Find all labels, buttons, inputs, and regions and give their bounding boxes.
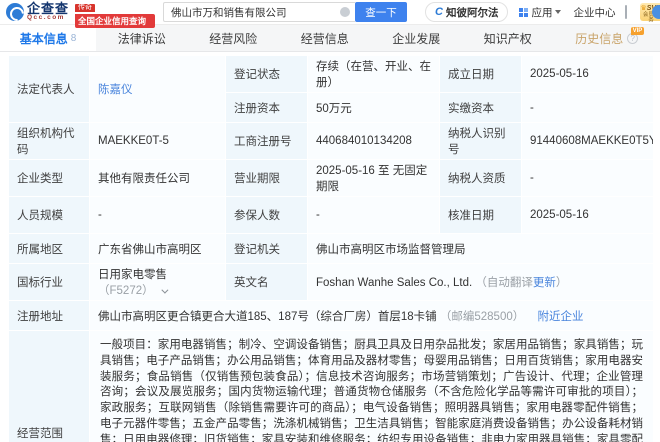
tab-intellectual-property[interactable]: 知识产权 (484, 25, 532, 51)
reg-status-label: 登记状态 (226, 56, 307, 92)
qcc-logo[interactable]: 企查查 Qcc.com (27, 2, 69, 22)
tab-basic-info-label: 基本信息 (19, 31, 68, 46)
insured-label: 参保人数 (226, 197, 307, 233)
biz-term-value: 2025-05-16 至 无固定期限 (308, 160, 439, 196)
org-code-label: 组织机构代码 (9, 123, 89, 159)
company-type-label: 企业类型 (9, 160, 89, 196)
search-input[interactable] (163, 2, 356, 22)
brand-tagline-tag: 传奇 (75, 4, 96, 12)
mobile-app-icon[interactable] (625, 5, 628, 19)
tab-operating-risk[interactable]: 经营风险 (209, 25, 257, 51)
qcc-logo-domain: Qcc.com (27, 14, 65, 22)
region-label: 所属地区 (9, 234, 89, 263)
translate-update-link[interactable]: 更新 (533, 277, 556, 289)
legal-rep-label: 法定代表人 (9, 56, 89, 122)
top-header: 企查查 Qcc.com 传奇 全国企业信用查询 查一下 C 知彼阿尔法 应用 企… (0, 0, 660, 28)
company-tab-bar: 基本信息 8 法律诉讼 经营风险 经营信息 企业发展 知识产权 历史信息 VIP… (0, 25, 660, 52)
basic-info-section: 法定代表人 陈嘉仪 登记状态 存续（在营、开业、在册） 成立日期 2025-05… (0, 52, 660, 442)
address-cell: 佛山市高明区更合镇更合大道185、187号（综合厂房）首层18卡铺 （邮编528… (90, 301, 653, 330)
staff-size-value: - (90, 197, 225, 233)
insured-value: - (308, 197, 439, 233)
establish-date-label: 成立日期 (440, 56, 521, 92)
tab-basic-info[interactable]: 基本信息 8 (0, 25, 96, 51)
reg-authority-label: 登记机关 (226, 234, 307, 263)
biz-reg-no-label: 工商注册号 (226, 123, 307, 159)
enterprise-center-link[interactable]: 企业中心 (573, 5, 615, 20)
chevron-down-icon[interactable] (161, 286, 169, 294)
search-area: 查一下 (163, 2, 408, 22)
english-name-label: 英文名 (226, 264, 307, 300)
table-row: 所属地区 广东省佛山市高明区 登记机关 佛山市高明区市场监督管理局 (9, 234, 653, 263)
business-scope-text: 一般项目：家用电器销售；制冷、空调设备销售；厨具卫具及日用杂品批发；家居用品销售… (100, 339, 643, 442)
table-row: 法定代表人 陈嘉仪 登记状态 存续（在营、开业、在册） 成立日期 2025-05… (9, 56, 653, 122)
approval-date-value: 2025-05-16 (522, 197, 653, 233)
company-type-value: 其他有限责任公司 (90, 160, 225, 196)
english-name-cell: Foshan Wanhe Sales Co., Ltd. （自动翻译更新） (308, 264, 653, 300)
reg-authority-value: 佛山市高明区市场监督管理局 (308, 234, 653, 263)
tab-history-label: 历史信息 (575, 31, 624, 46)
reg-capital-value: 50万元 (308, 93, 439, 122)
apps-grid-icon (519, 7, 529, 17)
staff-size-label: 人员规模 (9, 197, 89, 233)
taxpayer-qual-value: - (522, 160, 653, 196)
biz-term-label: 营业期限 (226, 160, 307, 196)
business-scope-cell: 一般项目：家用电器销售；制冷、空调设备销售；厨具卫具及日用杂品批发；家居用品销售… (90, 331, 653, 442)
legal-rep-link[interactable]: 陈嘉仪 (98, 84, 133, 96)
address-value: 佛山市高明区更合镇更合大道185、187号（综合厂房）首层18卡铺 (98, 310, 437, 323)
table-row: 注册地址 佛山市高明区更合镇更合大道185、187号（综合厂房）首层18卡铺 （… (9, 301, 653, 330)
business-scope-label: 经营范围 (9, 331, 89, 442)
org-code-value: MAEKKE0T-5 (90, 123, 225, 159)
apps-label: 应用 (531, 6, 553, 19)
biz-reg-no-value: 440684010134208 (308, 123, 439, 159)
table-row: 经营范围 一般项目：家用电器销售；制冷、空调设备销售；厨具卫具及日用杂品批发；家… (9, 331, 653, 442)
industry-label: 国标行业 (9, 264, 89, 300)
nearby-companies-link[interactable]: 附近企业 (537, 311, 583, 323)
basic-info-table: 法定代表人 陈嘉仪 登记状态 存续（在营、开业、在册） 成立日期 2025-05… (8, 55, 654, 442)
paid-capital-label: 实缴资本 (440, 93, 521, 122)
approval-date-label: 核准日期 (440, 197, 521, 233)
table-row: 人员规模 - 参保人数 - 核准日期 2025-05-16 (9, 197, 653, 233)
search-button[interactable]: 查一下 (355, 2, 408, 22)
table-row: 企业类型 其他有限责任公司 营业期限 2025-05-16 至 无固定期限 纳税… (9, 160, 653, 196)
tab-history-info[interactable]: 历史信息 VIP ? (575, 25, 645, 51)
taxpayer-qual-label: 纳税人资质 (440, 160, 521, 196)
legal-rep-cell: 陈嘉仪 (90, 56, 225, 122)
qcc-logo-icon[interactable] (6, 3, 24, 21)
tab-legal-litigation[interactable]: 法律诉讼 (118, 25, 166, 51)
brand-slogan-badge: 传奇 全国企业信用查询 (75, 0, 156, 28)
tab-operating-info[interactable]: 经营信息 (301, 25, 349, 51)
industry-value: 日用家电零售 (98, 269, 167, 281)
industry-cell: 日用家电零售 （F5272） (90, 264, 225, 300)
reg-capital-label: 注册资本 (226, 93, 307, 122)
region-value: 广东省佛山市高明区 (90, 234, 225, 263)
brand-tagline: 全国企业信用查询 (75, 14, 156, 28)
taxpayer-id-value: 91440608MAEKKE0T5Y (522, 123, 653, 159)
english-name-note: （自动翻译 (475, 277, 533, 289)
zhibi-alpha-label: 知彼阿尔法 (445, 6, 499, 19)
reg-status-value: 存续（在营、开业、在册） (308, 56, 439, 92)
paid-capital-value: - (522, 93, 653, 122)
tab-company-development[interactable]: 企业发展 (392, 25, 440, 51)
establish-date-value: 2025-05-16 (522, 56, 653, 92)
zhibi-alpha-button[interactable]: C 知彼阿尔法 (425, 2, 509, 22)
floating-widget-icon[interactable] (652, 5, 660, 19)
taxpayer-id-label: 纳税人识别号 (440, 123, 521, 159)
table-row: 组织机构代码 MAEKKE0T-5 工商注册号 440684010134208 … (9, 123, 653, 159)
vip-badge: VIP (630, 27, 645, 35)
zhibi-alpha-icon: C (435, 6, 443, 18)
industry-code: （F5272） (98, 285, 154, 297)
address-postcode: （邮编528500） (439, 310, 525, 323)
english-name-value: Foshan Wanhe Sales Co., Ltd. (316, 277, 473, 289)
chevron-down-icon (555, 10, 562, 14)
table-row: 国标行业 日用家电零售 （F5272） 英文名 Foshan Wanhe Sal… (9, 264, 653, 300)
clear-search-icon[interactable] (340, 7, 351, 17)
address-label: 注册地址 (9, 301, 89, 330)
apps-menu[interactable]: 应用 (519, 5, 562, 20)
english-name-note-end: ） (555, 277, 568, 289)
tab-basic-info-count: 8 (70, 32, 77, 44)
